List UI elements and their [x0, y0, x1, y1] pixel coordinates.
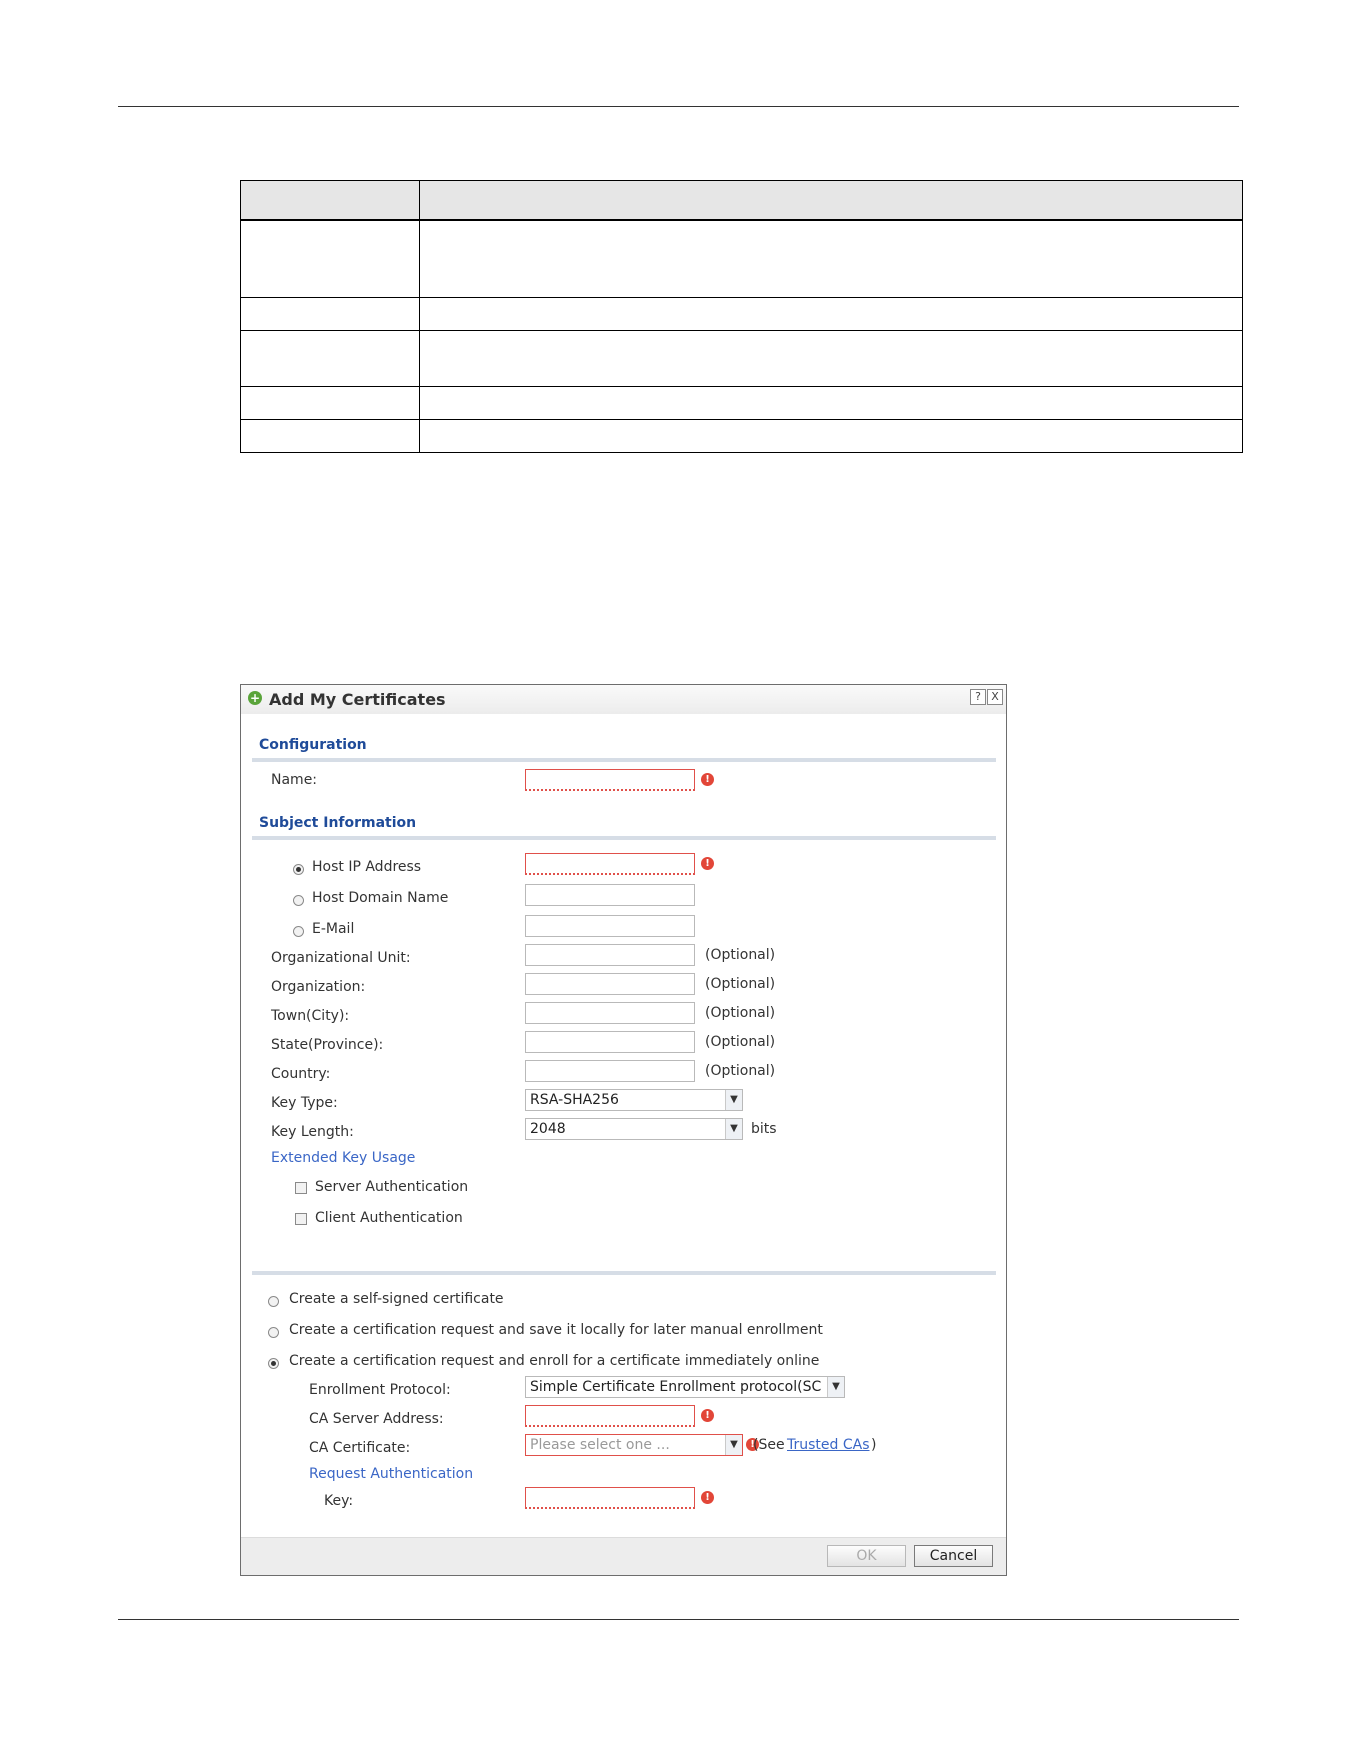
state-input[interactable]: [525, 1031, 695, 1053]
see-label: (See: [753, 1437, 785, 1453]
organization-input[interactable]: [525, 973, 695, 995]
chevron-down-icon: ▼: [725, 1119, 742, 1139]
table-row: [240, 385, 1243, 420]
ca-cert-label: CA Certificate:: [309, 1440, 411, 1456]
section-divider: [252, 836, 996, 840]
org-unit-label: Organizational Unit:: [271, 950, 411, 966]
enrollment-protocol-select[interactable]: Simple Certificate Enrollment protocol(S…: [525, 1376, 845, 1398]
org-unit-optional: (Optional): [705, 947, 776, 963]
key-label: Key:: [324, 1493, 354, 1509]
organization-optional: (Optional): [705, 976, 776, 992]
host-domain-input[interactable]: [525, 884, 695, 906]
header-rule: [118, 106, 1239, 107]
close-paren: ): [871, 1437, 877, 1453]
country-input[interactable]: [525, 1060, 695, 1082]
chevron-down-icon: ▼: [725, 1090, 742, 1110]
email-input[interactable]: [525, 915, 695, 937]
key-type-select[interactable]: RSA-SHA256 ▼: [525, 1089, 743, 1111]
server-auth-checkbox[interactable]: [295, 1182, 307, 1194]
name-error-icon: !: [701, 773, 714, 786]
request-authentication-link[interactable]: Request Authentication: [309, 1466, 473, 1482]
key-length-value: 2048: [530, 1121, 566, 1137]
table-row: [240, 418, 1243, 453]
table-row: [240, 329, 1243, 387]
subject-section-title: Subject Information: [259, 815, 417, 831]
section-divider: [252, 1271, 996, 1275]
state-label: State(Province):: [271, 1037, 384, 1053]
client-auth-checkbox[interactable]: [295, 1213, 307, 1225]
town-optional: (Optional): [705, 1005, 776, 1021]
document-table: [240, 180, 1243, 453]
state-optional: (Optional): [705, 1034, 776, 1050]
key-length-label: Key Length:: [271, 1124, 354, 1140]
table-header-row: [240, 180, 1243, 221]
close-icon[interactable]: X: [987, 689, 1003, 705]
name-label: Name:: [271, 772, 318, 788]
host-ip-error-icon: !: [701, 857, 714, 870]
client-auth-label: Client Authentication: [315, 1210, 463, 1226]
name-input[interactable]: [525, 769, 695, 791]
host-domain-radio[interactable]: [293, 895, 304, 906]
request-save-label: Create a certification request and save …: [289, 1322, 823, 1338]
dialog-title: Add My Certificates: [269, 690, 446, 709]
dialog-footer: OK Cancel: [241, 1537, 1006, 1575]
key-type-label: Key Type:: [271, 1095, 338, 1111]
self-signed-label: Create a self-signed certificate: [289, 1291, 504, 1307]
ca-server-label: CA Server Address:: [309, 1411, 444, 1427]
host-domain-label: Host Domain Name: [312, 890, 449, 906]
server-auth-label: Server Authentication: [315, 1179, 469, 1195]
table-row: [240, 219, 1243, 298]
town-label: Town(City):: [271, 1008, 350, 1024]
section-divider: [252, 758, 996, 762]
host-ip-input[interactable]: [525, 853, 695, 875]
country-label: Country:: [271, 1066, 331, 1082]
key-length-select[interactable]: 2048 ▼: [525, 1118, 743, 1140]
org-unit-input[interactable]: [525, 944, 695, 966]
email-radio[interactable]: [293, 926, 304, 937]
organization-label: Organization:: [271, 979, 366, 995]
ca-server-input[interactable]: [525, 1405, 695, 1427]
enrollment-protocol-value: Simple Certificate Enrollment protocol(S…: [530, 1379, 822, 1395]
trusted-cas-link[interactable]: Trusted CAs: [787, 1437, 870, 1453]
configuration-section-title: Configuration: [259, 737, 367, 753]
email-label: E-Mail: [312, 921, 355, 937]
ca-cert-placeholder: Please select one ...: [530, 1437, 670, 1453]
ca-server-error-icon: !: [701, 1409, 714, 1422]
dialog-titlebar: + Add My Certificates ? X: [241, 685, 1006, 714]
table-row: [240, 296, 1243, 331]
cancel-button[interactable]: Cancel: [914, 1545, 993, 1567]
ca-cert-select[interactable]: Please select one ... ▼: [525, 1434, 743, 1456]
enrollment-protocol-label: Enrollment Protocol:: [309, 1382, 451, 1398]
key-input[interactable]: [525, 1487, 695, 1509]
request-enroll-radio[interactable]: [268, 1358, 279, 1369]
host-ip-radio[interactable]: [293, 864, 304, 875]
self-signed-radio[interactable]: [268, 1296, 279, 1307]
request-enroll-label: Create a certification request and enrol…: [289, 1353, 820, 1369]
key-type-value: RSA-SHA256: [530, 1092, 619, 1108]
ok-button[interactable]: OK: [827, 1545, 906, 1567]
bits-label: bits: [751, 1121, 777, 1137]
country-optional: (Optional): [705, 1063, 776, 1079]
chevron-down-icon: ▼: [827, 1377, 844, 1397]
key-error-icon: !: [701, 1491, 714, 1504]
host-ip-label: Host IP Address: [312, 859, 422, 875]
request-save-radio[interactable]: [268, 1327, 279, 1338]
chevron-down-icon: ▼: [725, 1435, 742, 1455]
add-my-certificates-dialog: + Add My Certificates ? X Configuration …: [240, 684, 1007, 1576]
add-icon: +: [248, 691, 262, 705]
town-input[interactable]: [525, 1002, 695, 1024]
help-icon[interactable]: ?: [970, 689, 986, 705]
extended-key-usage-link[interactable]: Extended Key Usage: [271, 1150, 415, 1166]
footer-rule: [118, 1619, 1239, 1620]
